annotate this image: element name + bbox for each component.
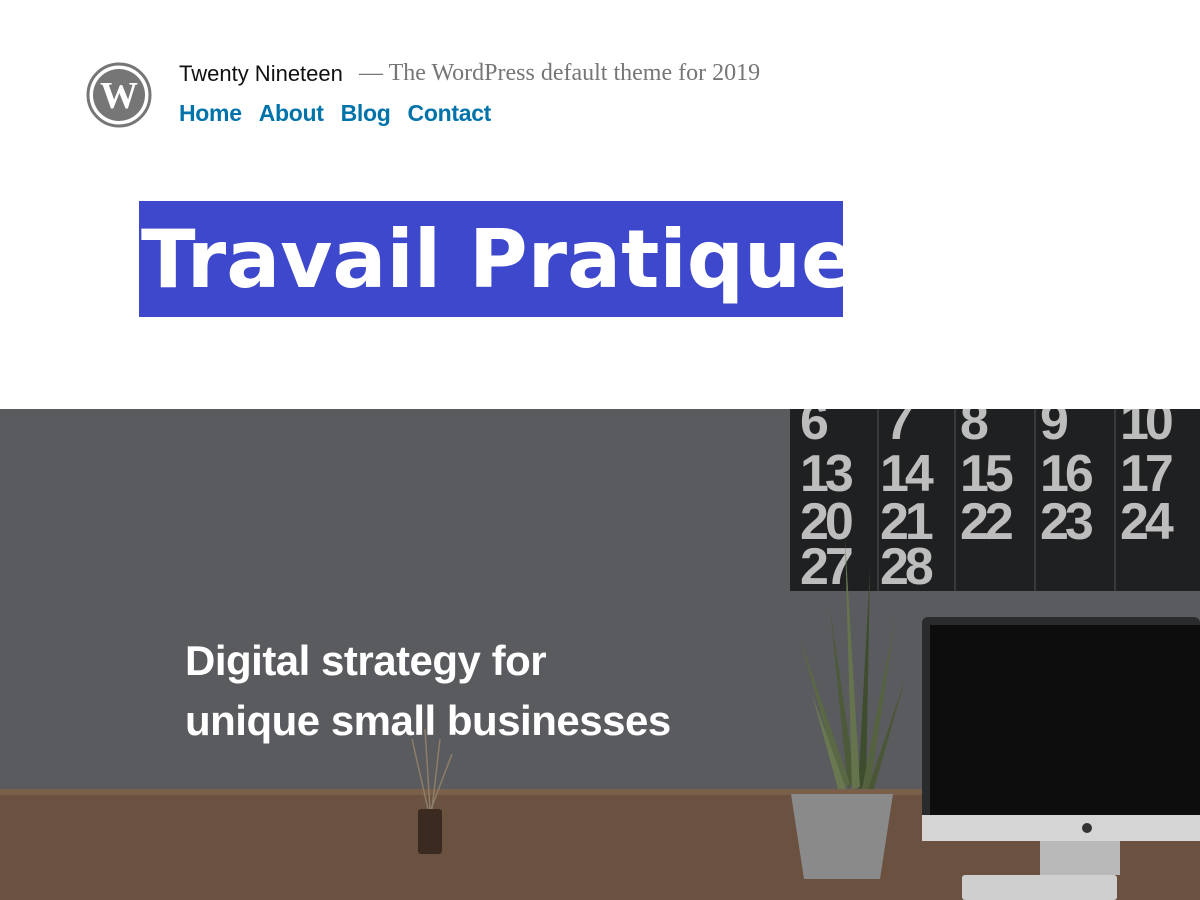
site-description: — The WordPress default theme for 2019	[359, 60, 761, 86]
monitor	[922, 617, 1200, 875]
hero-title-line: Digital strategy for	[185, 637, 547, 685]
main-navigation: Home About Blog Contact	[179, 100, 491, 127]
nav-about-link[interactable]: About	[259, 100, 324, 127]
banner-title: Travail Pratique 2	[141, 213, 939, 306]
hero-title-line: unique small businesses	[185, 697, 671, 745]
nav-home-link[interactable]: Home	[179, 100, 242, 127]
calendar-number: 28	[880, 538, 933, 596]
hero-section: 6 7 8 9 10 13 14 15 16 17 20 21 22 23 24…	[0, 409, 1200, 900]
svg-text:W: W	[100, 75, 138, 117]
calendar-number: 24	[1120, 493, 1174, 551]
keyboard	[962, 875, 1117, 900]
calendar-number: 27	[800, 538, 852, 596]
calendar-number: 22	[960, 493, 1012, 551]
calendar-poster: 6 7 8 9 10 13 14 15 16 17 20 21 22 23 24…	[790, 409, 1200, 596]
hero-title: Digital strategy for unique small busine…	[185, 631, 805, 751]
site-title[interactable]: Twenty Nineteen	[179, 61, 343, 87]
nav-blog-link[interactable]: Blog	[341, 100, 391, 127]
wordpress-logo-icon[interactable]: W	[86, 62, 152, 128]
calendar-number: 23	[1040, 493, 1093, 551]
nav-contact-link[interactable]: Contact	[408, 100, 492, 127]
